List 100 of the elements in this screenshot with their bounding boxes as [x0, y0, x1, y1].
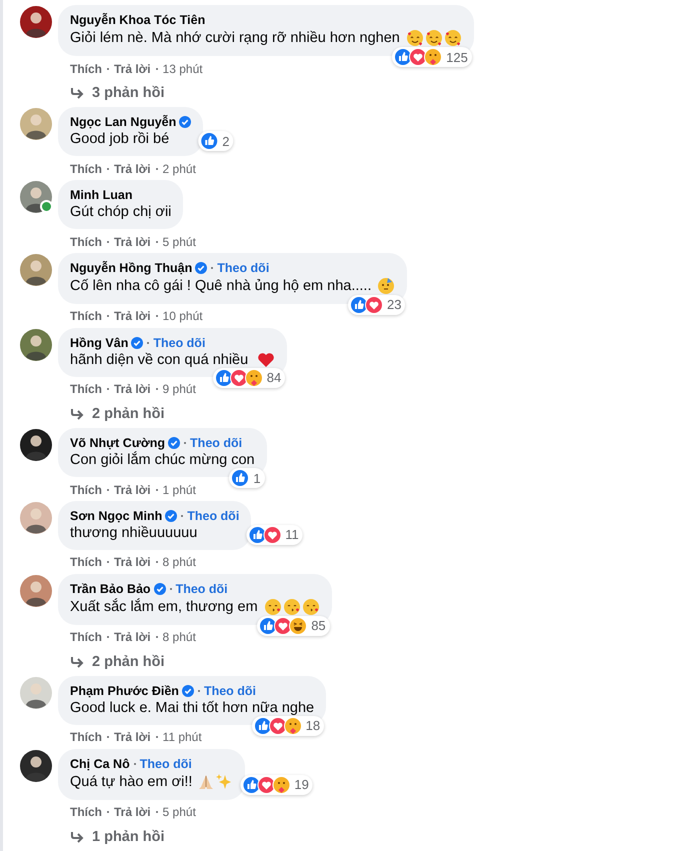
reaction-summary[interactable]: 125 [392, 47, 472, 67]
view-replies-link[interactable]: 2 phản hồi [58, 646, 688, 672]
kissing-face-icon [302, 598, 320, 616]
comment-text: Con giỏi lắm chúc mừng con [70, 452, 255, 468]
separator-dot [156, 388, 158, 390]
laughing-face-icon [289, 616, 308, 635]
reply-link[interactable]: Trả lời [114, 62, 151, 76]
separator-dot [170, 588, 172, 590]
reaction-summary[interactable]: 85 [257, 616, 330, 636]
commenter-name[interactable]: Minh Luan [70, 188, 132, 202]
comment-text: Cố lên nha cô gái ! Quê nhà ủng hộ em nha..... [70, 278, 372, 294]
commenter-name[interactable]: Ngọc Lan Nguyễn [70, 115, 176, 130]
separator-dot [107, 488, 109, 490]
avatar[interactable] [20, 750, 52, 782]
reaction-summary[interactable]: 1 [229, 468, 265, 488]
commenter-name[interactable]: Chị Ca Nô [70, 756, 130, 771]
comment-time[interactable]: 9 phút [162, 382, 196, 396]
reply-link[interactable]: Trả lời [114, 805, 151, 820]
like-link[interactable]: Thích [70, 234, 102, 249]
reply-link[interactable]: Trả lời [114, 555, 151, 570]
follow-link[interactable]: Theo dõi [190, 436, 242, 450]
like-link[interactable]: Thích [70, 730, 102, 744]
love-reaction-icon [263, 526, 282, 544]
like-link[interactable]: Thích [70, 630, 102, 644]
avatar[interactable] [20, 108, 52, 140]
reply-link[interactable]: Trả lời [114, 234, 151, 249]
praying-hands-icon [197, 772, 216, 791]
comment-time[interactable]: 1 phút [162, 482, 196, 496]
avatar[interactable] [20, 328, 52, 361]
kissing-face-icon [264, 598, 282, 616]
separator-dot [107, 388, 109, 390]
follow-link[interactable]: Theo dõi [217, 260, 270, 275]
comment-text: Good job rồi bé [70, 131, 170, 148]
commenter-name[interactable]: Nguyễn Khoa Tóc Tiên [70, 13, 206, 27]
avatar[interactable] [20, 6, 52, 38]
separator-dot [211, 266, 214, 269]
comment-time[interactable]: 8 phút [162, 555, 196, 570]
comment-text: Xuất sắc lắm em, thương em [70, 598, 258, 615]
comment-time[interactable]: 5 phút [162, 234, 196, 249]
commenter-name[interactable]: Nguyễn Hồng Thuận [70, 260, 192, 275]
comment-time[interactable]: 5 phút [162, 805, 196, 820]
avatar[interactable] [20, 254, 52, 286]
view-replies-link[interactable]: 2 phản hồi [58, 398, 688, 424]
separator-dot [107, 315, 109, 318]
like-reaction-icon [200, 132, 218, 150]
view-replies-link[interactable]: 3 phản hồi [58, 77, 688, 103]
view-replies-link[interactable]: 1 phản hồi [58, 820, 688, 847]
heart-icon [257, 352, 276, 368]
comment-time[interactable]: 11 phút [162, 730, 202, 744]
avatar[interactable] [20, 429, 52, 461]
reaction-summary[interactable]: 23 [348, 294, 406, 315]
commenter-name[interactable]: Trần Bảo Bảo [70, 582, 151, 596]
reaction-summary[interactable]: 19 [240, 774, 313, 795]
separator-dot [156, 736, 158, 738]
reply-link[interactable]: Trả lời [114, 630, 151, 644]
commenter-name[interactable]: Võ Nhựt Cường [70, 436, 166, 450]
like-link[interactable]: Thích [70, 382, 102, 396]
comment-time[interactable]: 13 phút [162, 62, 203, 76]
reaction-summary[interactable]: 2 [198, 131, 234, 152]
avatar[interactable] [20, 502, 52, 534]
reaction-summary[interactable]: 84 [212, 368, 286, 388]
like-link[interactable]: Thích [70, 805, 102, 820]
like-link[interactable]: Thích [70, 62, 102, 76]
reply-link[interactable]: Trả lời [114, 482, 151, 496]
separator-dot [107, 68, 109, 70]
follow-link[interactable]: Theo dõi [140, 756, 192, 771]
comment-time[interactable]: 10 phút [162, 309, 203, 324]
commenter-name[interactable]: Hồng Vân [70, 336, 128, 350]
follow-link[interactable]: Theo dõi [176, 582, 228, 596]
reply-link[interactable]: Trả lời [114, 162, 151, 176]
separator-dot [107, 168, 109, 170]
separator-dot [107, 736, 109, 738]
like-link[interactable]: Thích [70, 482, 102, 496]
smiling-face-with-hearts-icon [406, 29, 424, 47]
follow-link[interactable]: Theo dõi [153, 336, 206, 350]
verified-badge-icon [179, 116, 192, 128]
avatar[interactable] [20, 574, 52, 607]
reply-link[interactable]: Trả lời [114, 382, 151, 396]
reaction-summary[interactable]: 18 [252, 716, 324, 736]
commenter-name[interactable]: Sơn Ngọc Minh [70, 508, 162, 523]
reply-arrow-icon [70, 656, 84, 668]
follow-link[interactable]: Theo dõi [204, 684, 256, 698]
like-link[interactable]: Thích [70, 309, 102, 324]
reply-link[interactable]: Trả lời [114, 730, 151, 744]
reaction-summary[interactable]: 11 [246, 524, 303, 545]
kissing-face-icon [282, 598, 301, 616]
comment-time[interactable]: 8 phút [162, 630, 196, 644]
comment-text: Gút chóp chị ơii [70, 204, 172, 220]
smiling-face-with-hearts-icon [444, 29, 462, 47]
like-link[interactable]: Thích [70, 555, 102, 570]
comment-time[interactable]: 2 phút [162, 162, 196, 176]
comment-text: Quá tự hào em ơi!! [70, 774, 192, 790]
like-link[interactable]: Thích [70, 162, 102, 176]
commenter-name[interactable]: Phạm Phước Điền [70, 684, 179, 698]
reply-link[interactable]: Trả lời [114, 309, 151, 324]
follow-link[interactable]: Theo dõi [187, 508, 240, 523]
party-face-icon [377, 276, 396, 295]
separator-dot [134, 762, 136, 765]
separator-dot [107, 811, 109, 814]
separator-dot [156, 315, 158, 318]
